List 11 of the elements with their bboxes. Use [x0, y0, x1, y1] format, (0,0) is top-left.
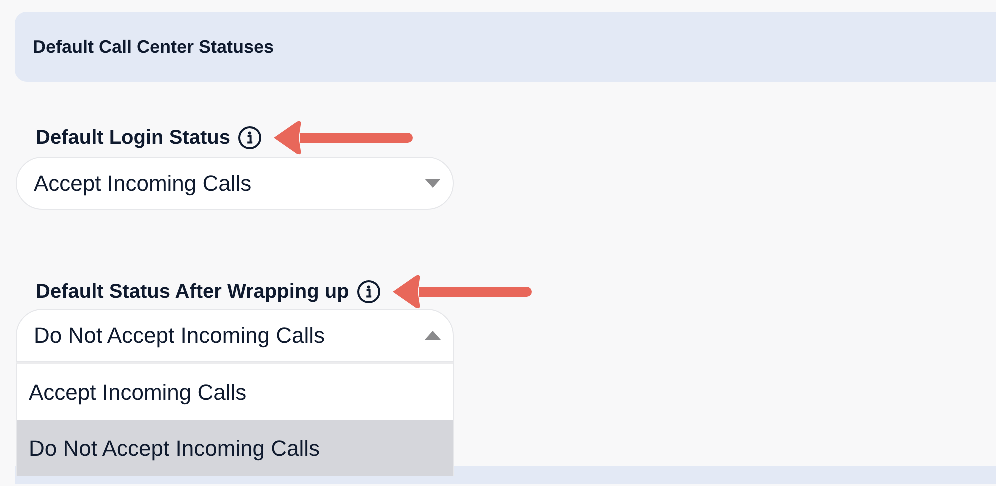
section-title: Default Call Center Statuses	[33, 36, 274, 58]
info-icon	[238, 126, 262, 150]
dropdown-select[interactable]: Do Not Accept Incoming Calls	[16, 309, 454, 362]
caret-icon	[425, 330, 441, 341]
info-icon	[357, 280, 382, 304]
dropdown-select[interactable]: Accept Incoming Calls	[16, 157, 454, 210]
field-label: Default Login Status	[36, 126, 230, 151]
dropdown-option[interactable]: Do Not Accept Incoming Calls	[17, 420, 453, 476]
field-label: Default Status After Wrapping up	[36, 280, 350, 305]
caret-icon	[425, 178, 441, 189]
dropdown-option[interactable]: Accept Incoming Calls	[17, 364, 453, 420]
